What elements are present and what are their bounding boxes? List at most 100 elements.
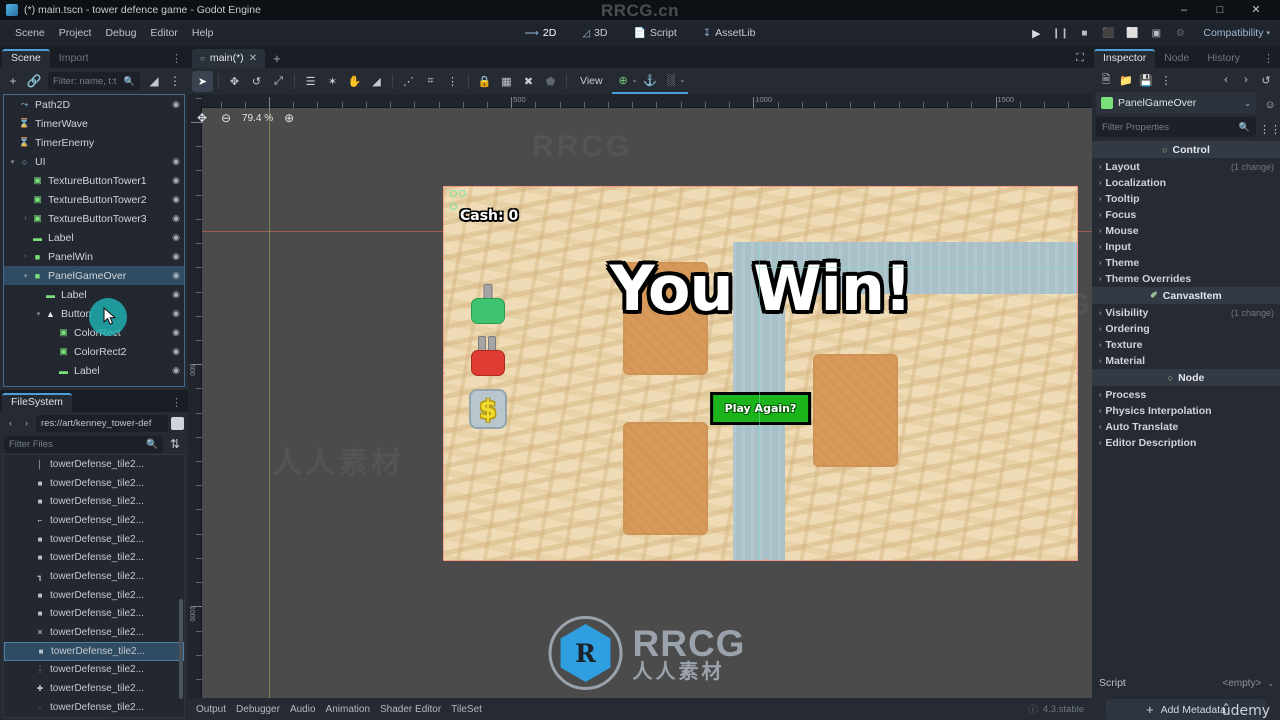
- bone-button[interactable]: ⬟: [540, 71, 561, 92]
- bottom-panel-debugger[interactable]: Debugger: [236, 704, 280, 715]
- canvas-viewport[interactable]: Cash: 0 $ You Win! Play Again? RRCG 人人素材…: [188, 94, 1092, 698]
- inspector-section-physics-interpolation[interactable]: › Physics Interpolation: [1092, 403, 1280, 419]
- visibility-eye-icon[interactable]: ◉: [172, 289, 180, 300]
- selection-handle-br[interactable]: [1076, 559, 1078, 561]
- zoom-out-button[interactable]: ⊖: [218, 110, 234, 126]
- tab-history[interactable]: History: [1198, 49, 1249, 68]
- smart-snap-button[interactable]: ⋰: [398, 71, 419, 92]
- scene-tree-item-colorrect[interactable]: ▣ ColorRect ◉: [4, 323, 184, 342]
- renderer-selector[interactable]: Compatibility ▾: [1199, 25, 1274, 41]
- back-icon[interactable]: ‹: [4, 418, 17, 428]
- bottom-panel-animation[interactable]: Animation: [326, 704, 370, 715]
- filesystem-file-item[interactable]: ■ towerDefense_tile2...: [4, 605, 184, 624]
- stop-project-button[interactable]: ■: [1073, 23, 1095, 43]
- rotate-mode-button[interactable]: ↺: [246, 71, 267, 92]
- add-node-overlay-button[interactable]: ⊕: [613, 70, 634, 91]
- tab-inspector[interactable]: Inspector: [1094, 49, 1156, 68]
- scene-tree-item-button[interactable]: ▾ ▲ Button ◉: [4, 304, 184, 323]
- inspector-section-material[interactable]: › Material: [1092, 353, 1280, 369]
- filesystem-scrollbar[interactable]: [179, 599, 183, 699]
- filesystem-file-item[interactable]: ⋮ towerDefense_tile2...: [4, 661, 184, 680]
- view-menu-button[interactable]: View: [572, 75, 611, 87]
- close-icon[interactable]: ✕: [249, 53, 257, 64]
- inspector-menu-icon[interactable]: ⋮: [1257, 54, 1280, 68]
- visibility-eye-icon[interactable]: ◉: [172, 308, 180, 319]
- visibility-eye-icon[interactable]: ◉: [172, 194, 180, 205]
- scene-tree-item-texturebuttontower3[interactable]: › ▣ TextureButtonTower3 ◉: [4, 209, 184, 228]
- selection-handle-bl[interactable]: [443, 559, 445, 561]
- save-resource-button[interactable]: 💾: [1137, 71, 1155, 89]
- instantiate-scene-button[interactable]: 🔗: [25, 72, 43, 90]
- open-resource-button[interactable]: 📁: [1117, 71, 1135, 89]
- visibility-eye-icon[interactable]: ◉: [172, 327, 180, 338]
- open-docs-icon[interactable]: ☺: [1260, 99, 1280, 111]
- selection-handle-bc[interactable]: [764, 559, 768, 561]
- property-filter-input[interactable]: Filter Properties 🔍: [1096, 117, 1256, 137]
- scene-tree-item-timerwave[interactable]: ⌛ TimerWave: [4, 114, 184, 133]
- inspector-section-theme[interactable]: › Theme: [1092, 255, 1280, 271]
- selection-handle-mr[interactable]: [1076, 371, 1078, 375]
- visibility-eye-icon[interactable]: ◉: [172, 232, 180, 243]
- mode-2d[interactable]: ⟶ 2D: [519, 25, 563, 41]
- zoom-in-button[interactable]: ⊕: [281, 110, 297, 126]
- inspector-section-editor-description[interactable]: › Editor Description: [1092, 435, 1280, 451]
- scene-tree-item-colorrect2[interactable]: ▣ ColorRect2 ◉: [4, 342, 184, 361]
- mode-script[interactable]: 📄 Script: [627, 25, 682, 41]
- scene-more-icon[interactable]: ⋮: [166, 72, 184, 90]
- movie-writer-button[interactable]: ▣: [1145, 23, 1167, 43]
- bottom-panel-shader-editor[interactable]: Shader Editor: [380, 704, 441, 715]
- scene-tree[interactable]: ⤳ Path2D ◉ ⌛ TimerWave ⌛ TimerEnemy ▾ ○ UI ◉ ▣ Textu…: [3, 94, 185, 387]
- select-mode-button[interactable]: ➤: [192, 70, 213, 92]
- lock-button[interactable]: 🔒: [474, 71, 495, 92]
- history-forward-button[interactable]: ›: [1237, 71, 1255, 89]
- inspector-section-process[interactable]: › Process: [1092, 387, 1280, 403]
- zoom-level-label[interactable]: 79.4 %: [242, 113, 273, 124]
- filesystem-path[interactable]: res://art/kenney_tower-def: [36, 414, 168, 432]
- visibility-eye-icon[interactable]: ◉: [172, 365, 180, 376]
- menu-editor[interactable]: Editor: [143, 24, 184, 42]
- history-button[interactable]: ↺: [1257, 71, 1275, 89]
- close-button[interactable]: ✕: [1238, 0, 1274, 20]
- inspector-section-auto-translate[interactable]: › Auto Translate: [1092, 419, 1280, 435]
- coin-button[interactable]: $: [469, 389, 507, 429]
- chevron-down-icon[interactable]: ⌄: [679, 76, 685, 84]
- bottom-panel-audio[interactable]: Audio: [290, 704, 316, 715]
- filesystem-file-item[interactable]: ✚ towerDefense_tile2...: [4, 679, 184, 698]
- filesystem-file-item[interactable]: ■ towerDefense_tile2...: [4, 586, 184, 605]
- tower-plot-3[interactable]: [813, 354, 898, 467]
- filesystem-file-list[interactable]: │ towerDefense_tile2... ■ towerDefense_tile…: [3, 454, 185, 718]
- visibility-eye-icon[interactable]: ◉: [172, 346, 180, 357]
- tab-scene[interactable]: Scene: [2, 49, 50, 68]
- tree-expander-icon[interactable]: ▾: [33, 310, 44, 318]
- filesystem-file-item[interactable]: ┓ towerDefense_tile2...: [4, 567, 184, 586]
- scene-tree-item-panelwin[interactable]: › ■ PanelWin ◉: [4, 247, 184, 266]
- scene-tree-item-timerenemy[interactable]: ⌛ TimerEnemy: [4, 133, 184, 152]
- sort-icon[interactable]: ⇅: [166, 435, 184, 453]
- inspector-section-mouse[interactable]: › Mouse: [1092, 223, 1280, 239]
- selection-handle-tr[interactable]: [1076, 186, 1078, 188]
- filesystem-file-item[interactable]: ■ towerDefense_tile2...: [4, 548, 184, 567]
- filesystem-file-item[interactable]: ■ towerDefense_tile2...: [4, 492, 184, 511]
- tower-button-red[interactable]: [469, 336, 507, 378]
- history-back-button[interactable]: ‹: [1217, 71, 1235, 89]
- bottom-panel-tileset[interactable]: TileSet: [451, 704, 482, 715]
- resource-menu-button[interactable]: ⋮: [1157, 71, 1175, 89]
- mode-assetlib[interactable]: ↧ AssetLib: [697, 25, 762, 41]
- grid-snap-button[interactable]: ⌗: [420, 71, 441, 92]
- maximize-button[interactable]: □: [1202, 0, 1238, 20]
- chevron-down-icon[interactable]: ⌄: [632, 76, 638, 84]
- play-again-button[interactable]: Play Again?: [709, 392, 812, 425]
- zoom-reset-icon[interactable]: ✥: [194, 110, 210, 126]
- inspector-section-texture[interactable]: › Texture: [1092, 337, 1280, 353]
- property-options-icon[interactable]: ⋮⋮: [1259, 123, 1280, 136]
- filesystem-file-item[interactable]: · towerDefense_tile2...: [4, 698, 184, 717]
- inspector-section-input[interactable]: › Input: [1092, 239, 1280, 255]
- scene-tab-main[interactable]: ○ main(*) ✕: [192, 49, 266, 68]
- play-custom-scene-button[interactable]: ⬜: [1121, 23, 1143, 43]
- snap-options-button[interactable]: ⋮: [442, 71, 463, 92]
- inspected-object[interactable]: PanelGameOver ⌄: [1096, 92, 1256, 114]
- filesystem-filter-input[interactable]: Filter Files 🔍: [4, 435, 163, 453]
- tree-options-icon[interactable]: ◢: [145, 72, 163, 90]
- scene-tree-item-ui[interactable]: ▾ ○ UI ◉: [4, 152, 184, 171]
- visibility-eye-icon[interactable]: ◉: [172, 156, 180, 167]
